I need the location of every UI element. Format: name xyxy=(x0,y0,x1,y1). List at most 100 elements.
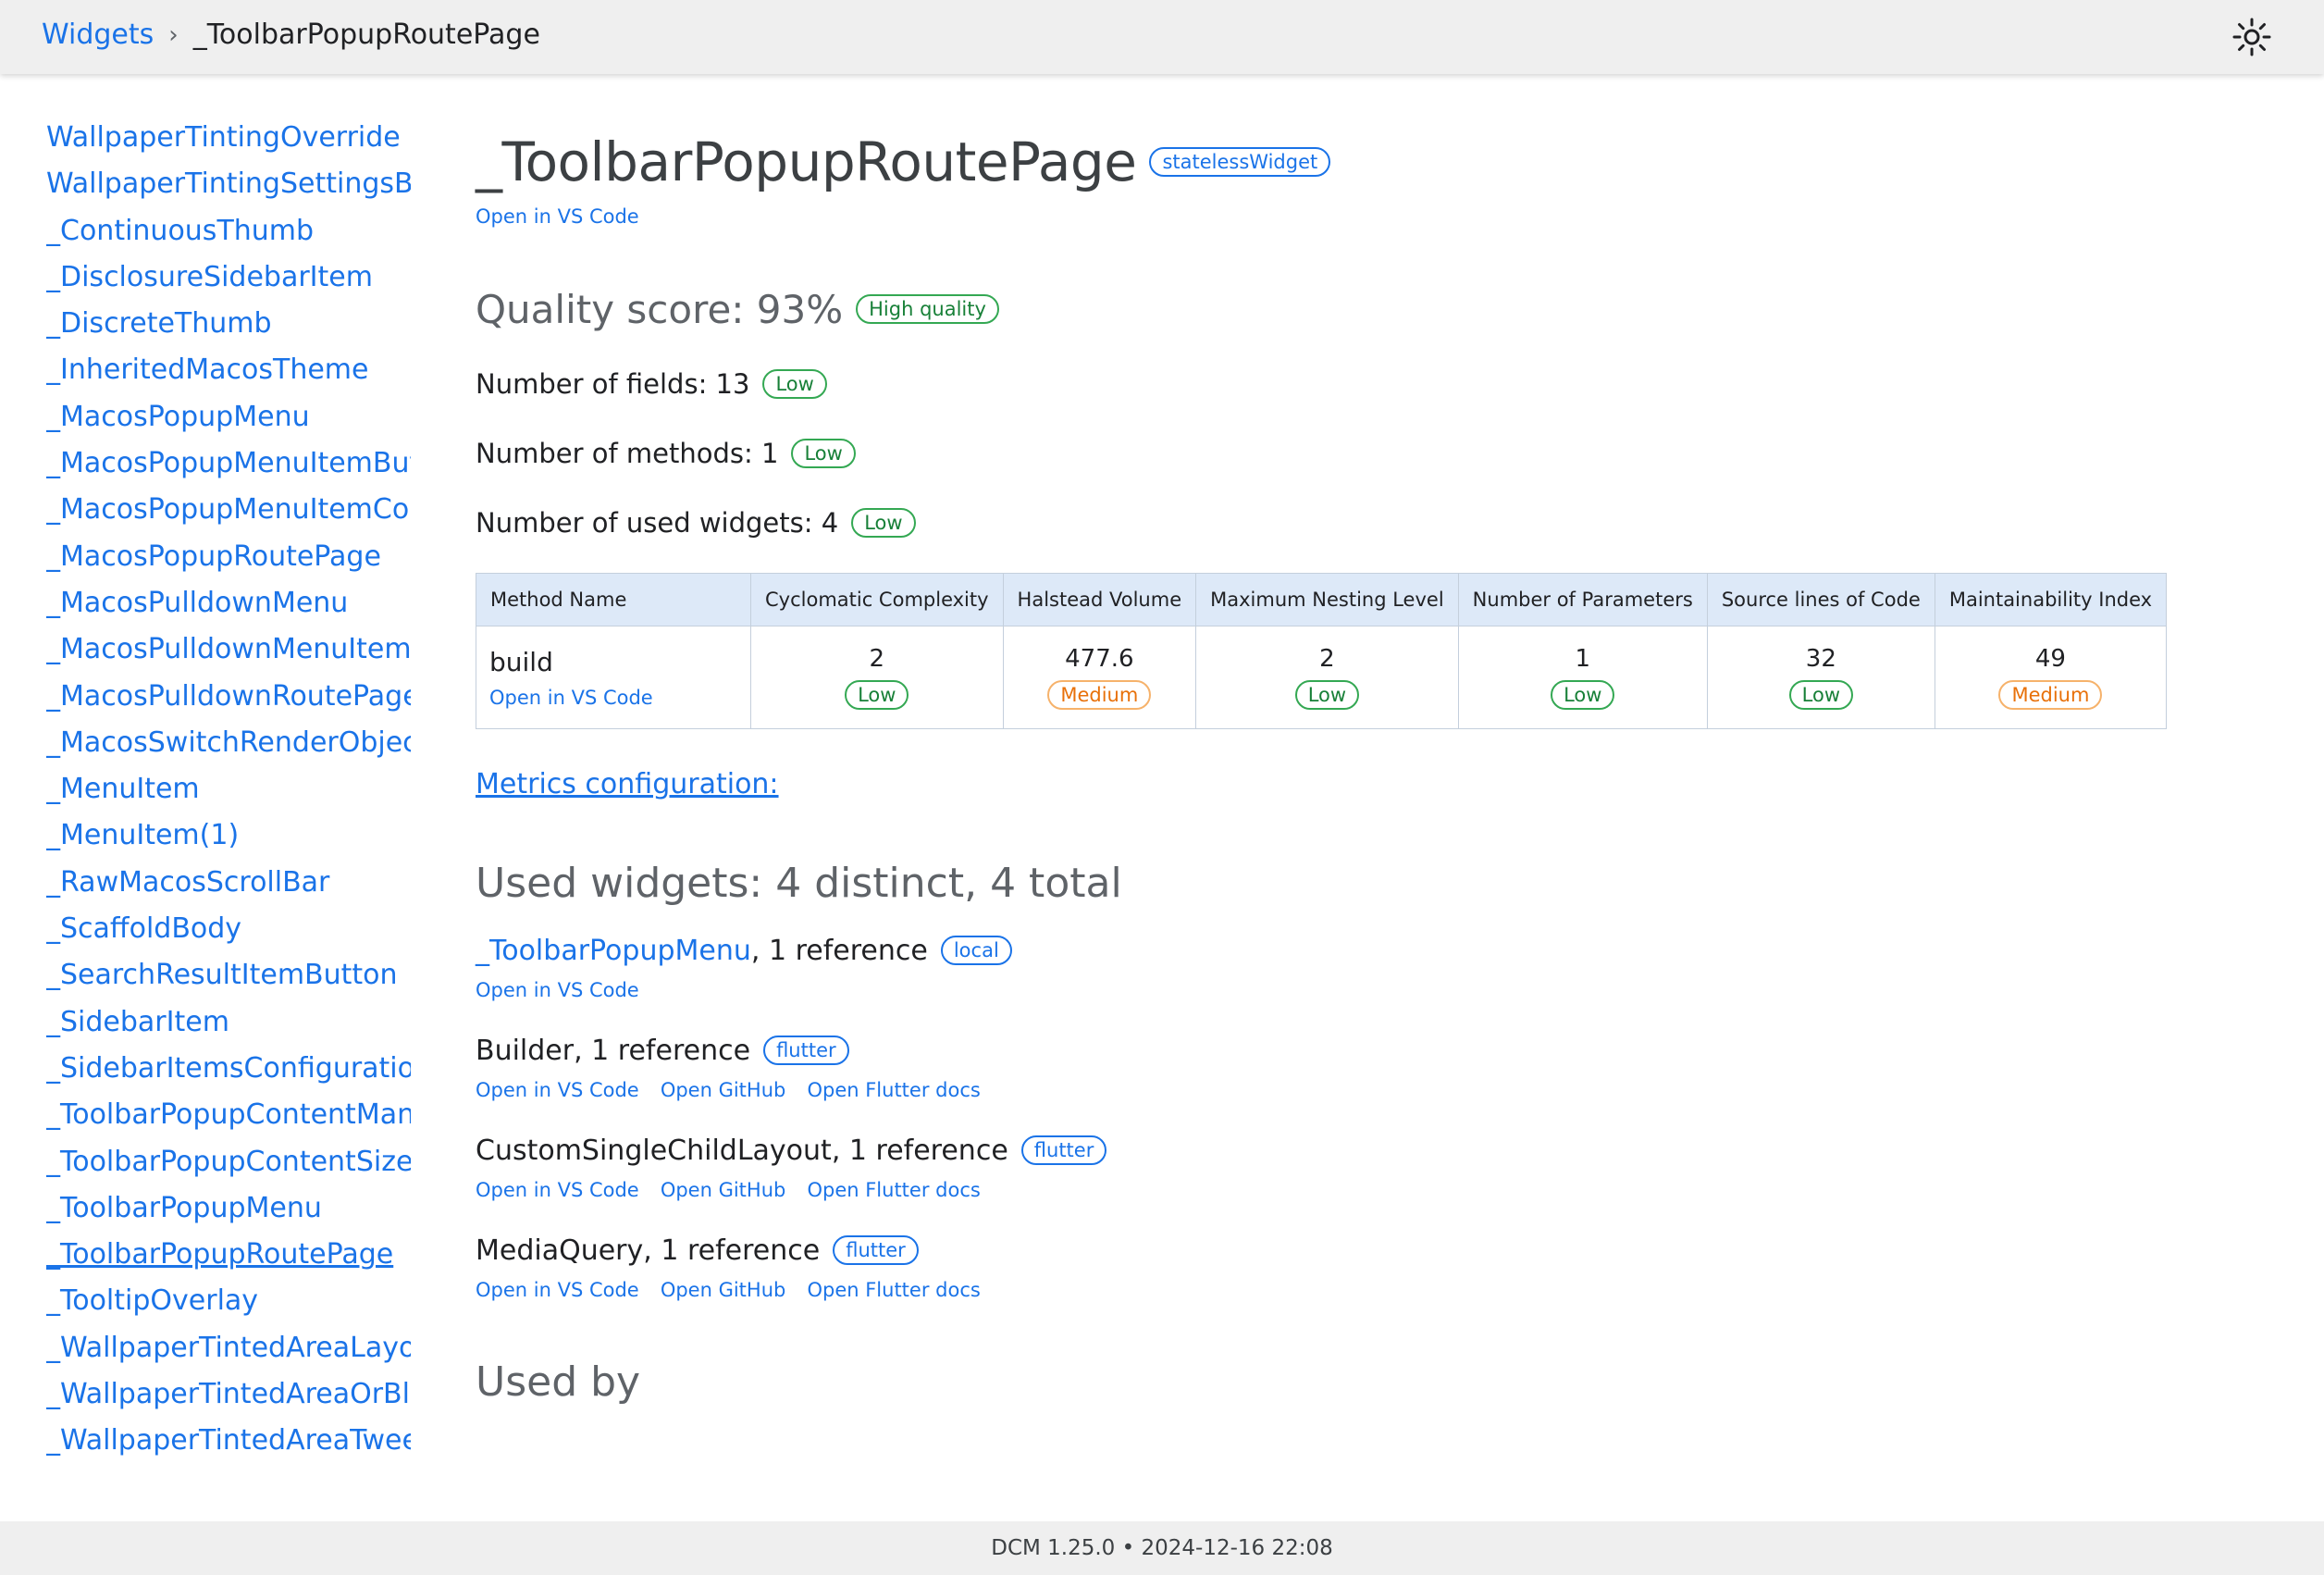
used-widget-link[interactable]: _ToolbarPopupMenu xyxy=(476,935,751,967)
metric-value: 1 xyxy=(1575,645,1591,673)
sidebar-item[interactable]: _MacosPopupMenuItemContent xyxy=(46,487,411,533)
used-widget-line: MediaQuery , 1 reference flutter xyxy=(476,1229,2233,1271)
sidebar-item[interactable]: _SearchResultItemButton xyxy=(46,952,411,998)
open-vscode-link[interactable]: Open in VS Code xyxy=(476,205,639,228)
metric-badge: Medium xyxy=(1998,680,2103,710)
used-widget-name: Builder xyxy=(476,1034,575,1067)
metric-value: 2 xyxy=(869,645,885,673)
open-flutter-docs-link[interactable]: Open Flutter docs xyxy=(807,1079,980,1101)
used-widgets-title: Used widgets: 4 distinct, 4 total xyxy=(476,860,1122,907)
metric-label: Number of fields: 13 xyxy=(476,368,750,400)
theme-toggle-button[interactable] xyxy=(2231,17,2272,57)
column-header: Maximum Nesting Level xyxy=(1195,573,1459,626)
sidebar-item[interactable]: _MacosPopupMenu xyxy=(46,394,411,440)
metric-methods: Number of methods: 1 Low xyxy=(476,431,2233,476)
used-widget-line: _ToolbarPopupMenu , 1 reference local xyxy=(476,929,2233,972)
open-vscode-link[interactable]: Open in VS Code xyxy=(476,1279,639,1301)
sidebar-item[interactable]: _MacosPopupRoutePage xyxy=(46,534,411,580)
metric-label: Number of methods: 1 xyxy=(476,438,779,469)
sidebar-item[interactable]: _MenuItem(1) xyxy=(46,812,411,859)
metric-used-widgets: Number of used widgets: 4 Low xyxy=(476,501,2233,545)
table-row: build Open in VS Code 2 Low 477.6 Medium… xyxy=(476,626,2168,729)
metric-value: 2 xyxy=(1319,645,1335,673)
used-widget-item: MediaQuery , 1 reference flutter Open in… xyxy=(476,1229,2233,1307)
sidebar-item[interactable]: _MacosPopupMenuItemButton xyxy=(46,440,411,487)
sidebar-item[interactable]: _WallpaperTintedAreaLayoutBuilder xyxy=(46,1325,411,1371)
sidebar-item[interactable]: _MenuItem xyxy=(46,766,411,812)
used-by-title: Used by xyxy=(476,1358,641,1406)
sidebar-item[interactable]: _WallpaperTintedAreaTweenAnimation xyxy=(46,1418,411,1464)
table-header-row: Method Name Cyclomatic Complexity Halste… xyxy=(476,573,2168,626)
used-widget-item: Builder , 1 reference flutter Open in VS… xyxy=(476,1029,2233,1107)
widget-links: Open in VS Code Open GitHub Open Flutter… xyxy=(476,1179,2233,1207)
top-bar: Widgets › _ToolbarPopupRoutePage xyxy=(0,0,2324,74)
metric-cell: 2 Low xyxy=(1195,626,1459,729)
sidebar-item[interactable]: _SidebarItemsConfiguration xyxy=(46,1046,411,1092)
open-github-link[interactable]: Open GitHub xyxy=(661,1079,786,1101)
metric-badge: Low xyxy=(851,508,916,538)
open-github-link[interactable]: Open GitHub xyxy=(661,1279,786,1301)
quality-score-row: Quality score: 93% High quality xyxy=(476,281,2233,337)
used-widget-item: CustomSingleChildLayout , 1 reference fl… xyxy=(476,1129,2233,1207)
widget-source-badge: flutter xyxy=(1020,1135,1107,1165)
open-github-link[interactable]: Open GitHub xyxy=(661,1179,786,1201)
open-flutter-docs-link[interactable]: Open Flutter docs xyxy=(807,1179,980,1201)
metric-cell: 32 Low xyxy=(1706,626,1935,729)
sidebar-item[interactable]: _DiscreteThumb xyxy=(46,301,411,347)
metric-value: 32 xyxy=(1805,645,1836,673)
version-info: DCM 1.25.0 • 2024-12-16 22:08 xyxy=(991,1536,1333,1560)
page-title: _ToolbarPopupRoutePage xyxy=(476,130,1137,193)
sidebar-item[interactable]: _TooltipOverlay xyxy=(46,1278,411,1324)
main-content: _ToolbarPopupRoutePage statelessWidget O… xyxy=(476,122,2233,1406)
widget-source-badge: flutter xyxy=(833,1235,919,1265)
sidebar-item[interactable]: _InheritedMacosTheme xyxy=(46,347,411,393)
quality-badge: High quality xyxy=(856,294,999,324)
metric-cell: 2 Low xyxy=(750,626,1004,729)
metrics-configuration-link[interactable]: Metrics configuration: xyxy=(476,768,2233,800)
column-header: Source lines of Code xyxy=(1706,573,1935,626)
open-vscode-link[interactable]: Open in VS Code xyxy=(489,687,653,709)
open-vscode-link[interactable]: Open in VS Code xyxy=(476,1079,639,1101)
sidebar-item[interactable]: _MacosSwitchRenderObjectWidget xyxy=(46,720,411,766)
title-row: _ToolbarPopupRoutePage statelessWidget xyxy=(476,122,2233,202)
open-vscode-link[interactable]: Open in VS Code xyxy=(476,979,639,1001)
widget-source-badge: local xyxy=(940,936,1012,965)
method-name: build xyxy=(489,646,553,677)
sidebar-item[interactable]: _RawMacosScrollBar xyxy=(46,860,411,906)
sidebar-item[interactable]: _ScaffoldBody xyxy=(46,906,411,952)
metric-badge: Low xyxy=(1294,680,1360,710)
widget-links: Open in VS Code Open GitHub Open Flutter… xyxy=(476,1279,2233,1307)
widget-type-badge: statelessWidget xyxy=(1149,147,1331,177)
metric-badge: Low xyxy=(845,680,909,710)
sidebar-item[interactable]: _MacosPulldownMenuItemButton xyxy=(46,626,411,673)
used-widget-name: MediaQuery xyxy=(476,1234,644,1267)
sidebar-item[interactable]: _ContinuousThumb xyxy=(46,208,411,254)
title-links: Open in VS Code xyxy=(476,205,2233,233)
sidebar-item[interactable]: WallpaperTintingSettingsBuilder xyxy=(46,161,411,207)
sidebar-item[interactable]: _ToolbarPopupRoutePage xyxy=(46,1232,411,1278)
sidebar-item[interactable]: _ToolbarPopupMenu xyxy=(46,1185,411,1232)
breadcrumb-widgets-link[interactable]: Widgets xyxy=(42,19,154,51)
sidebar-item[interactable]: _ToolbarPopupContentSizeInfo xyxy=(46,1139,411,1185)
used-widget-item: _ToolbarPopupMenu , 1 reference local Op… xyxy=(476,929,2233,1007)
open-vscode-link[interactable]: Open in VS Code xyxy=(476,1179,639,1201)
sun-icon xyxy=(2232,18,2271,56)
metric-badge: Low xyxy=(791,439,856,468)
sidebar-item[interactable]: _WallpaperTintedAreaOrBlurBuilder xyxy=(46,1371,411,1418)
sidebar-item[interactable]: _ToolbarPopupContentManager xyxy=(46,1092,411,1138)
metric-cell: 1 Low xyxy=(1457,626,1708,729)
widget-source-badge: flutter xyxy=(763,1036,849,1065)
sidebar-item[interactable]: _MacosPulldownMenu xyxy=(46,580,411,626)
footer: DCM 1.25.0 • 2024-12-16 22:08 xyxy=(0,1521,2324,1575)
metric-value: 477.6 xyxy=(1065,645,1134,673)
open-flutter-docs-link[interactable]: Open Flutter docs xyxy=(807,1279,980,1301)
breadcrumb-current: _ToolbarPopupRoutePage xyxy=(192,19,540,51)
sidebar-item[interactable]: _SidebarItem xyxy=(46,999,411,1046)
sidebar-item[interactable]: WallpaperTintingOverride xyxy=(46,115,411,161)
metric-badge: Low xyxy=(1551,680,1615,710)
sidebar-item[interactable]: _MacosPulldownRoutePage xyxy=(46,674,411,720)
breadcrumb: Widgets › _ToolbarPopupRoutePage xyxy=(42,19,540,51)
sidebar-item[interactable]: _DisclosureSidebarItem xyxy=(46,254,411,301)
quality-score-title: Quality score: 93% xyxy=(476,286,844,332)
metric-value: 49 xyxy=(2034,645,2066,673)
